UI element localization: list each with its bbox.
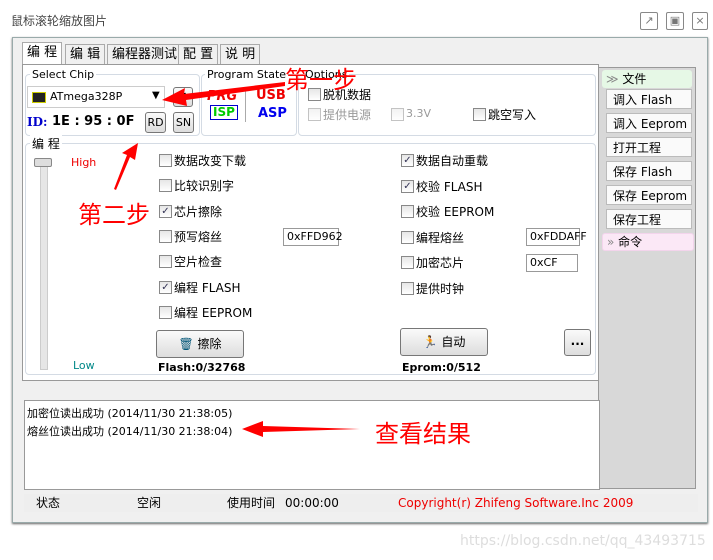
step1-annotation: 第一步	[285, 66, 357, 94]
step2-annotation: 第二步	[78, 201, 150, 229]
result-annotation: 查看结果	[375, 420, 471, 448]
arrow-step1	[162, 82, 285, 106]
arrow-result	[242, 421, 360, 437]
arrow-step2	[114, 143, 138, 190]
